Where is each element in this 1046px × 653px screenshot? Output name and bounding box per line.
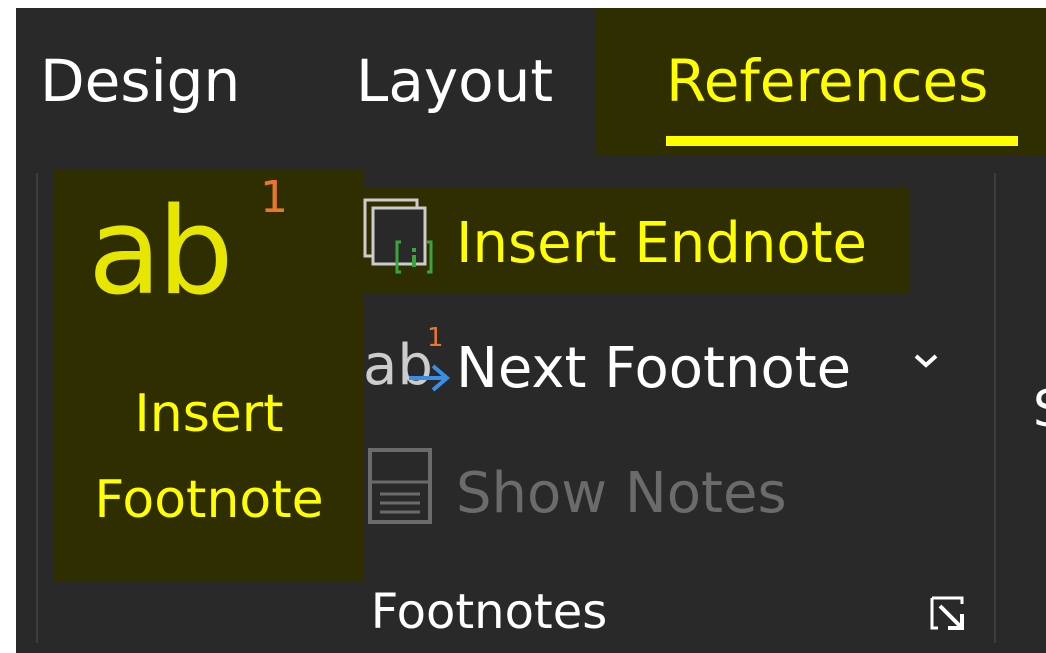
group-separator-right [994, 173, 996, 643]
tab-design[interactable]: Design [40, 8, 280, 156]
tab-label: Design [40, 47, 241, 115]
group-separator-left [36, 173, 38, 643]
ribbon: Design Layout References ab 1 Insert Foo… [16, 8, 1046, 653]
dialog-launcher-icon[interactable] [928, 594, 970, 636]
insert-footnote-label-line1: Insert [134, 384, 284, 444]
next-footnote-superscript: 1 [427, 323, 444, 353]
chevron-down-icon[interactable] [912, 351, 940, 371]
insert-footnote-label-line2: Footnote [94, 470, 324, 530]
tab-layout[interactable]: Layout [356, 8, 596, 156]
next-group-partial-label: S [1033, 384, 1046, 434]
active-tab-indicator [666, 136, 1018, 146]
footnote-superscript: 1 [260, 172, 288, 223]
tab-references[interactable]: References [596, 8, 1046, 156]
show-notes-icon [368, 448, 432, 524]
group-label-footnotes: Footnotes [370, 584, 608, 640]
next-footnote-icon: ab 1 [363, 323, 451, 398]
show-notes-label: Show Notes [456, 461, 787, 526]
insert-endnote-label: Insert Endnote [456, 211, 868, 276]
next-footnote-label: Next Footnote [456, 336, 852, 401]
svg-text:ab: ab [363, 333, 433, 398]
tab-label: References [666, 47, 989, 115]
tab-label: Layout [356, 47, 554, 115]
insert-endnote-icon [363, 198, 433, 274]
insert-footnote-icon: ab [88, 183, 234, 322]
